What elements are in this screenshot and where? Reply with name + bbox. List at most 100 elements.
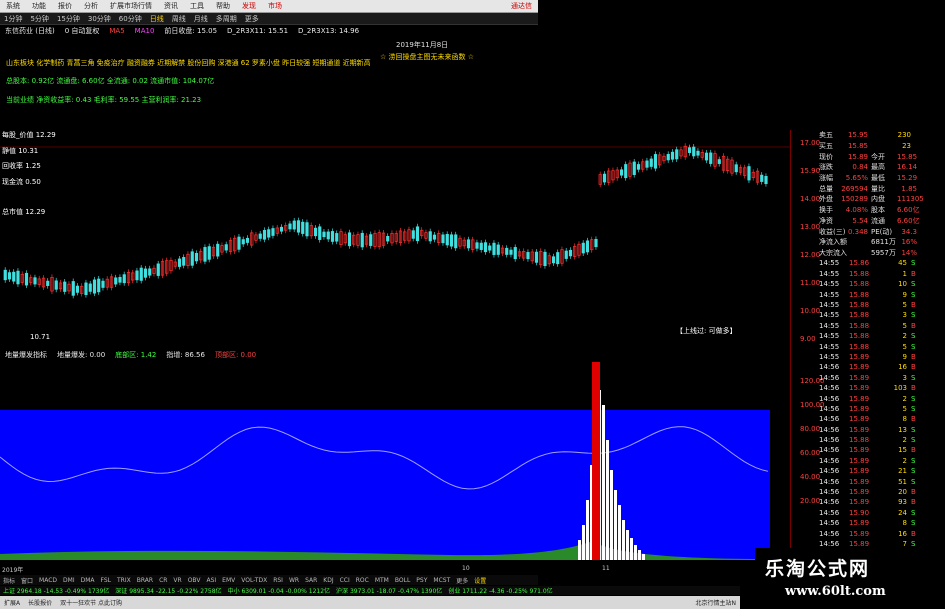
indicator-tab[interactable]: WR [286,577,302,584]
period-multi[interactable]: 多周期 [212,14,241,24]
index-hs[interactable]: 沪深 3973.01 -18.07 -0.47% 1390亿 [333,586,445,595]
period-more[interactable]: 更多 [241,14,263,24]
candle-body [369,234,373,246]
quote-value: 4.08% [845,206,868,215]
trade-side: S [911,290,916,299]
indicator-tab[interactable]: DMI [60,577,78,584]
menu-item-system[interactable]: 系统 [0,1,26,11]
index-sz[interactable]: 深证 9895.34 -22.15 -0.22% 2758亿 [112,586,224,595]
quote-volume: 23 [902,142,911,151]
trade-price: 15.88 [849,436,870,445]
indicator-tab[interactable]: SAR [302,577,320,584]
indicator-tab[interactable]: CR [156,577,170,584]
menu-item-news[interactable]: 资讯 [158,1,184,11]
period-month[interactable]: 月线 [190,14,212,24]
index-sh[interactable]: 上证 2964.18 -14.53 -0.49% 1739亿 [0,586,112,595]
status-promo[interactable]: 双十一狂欢节 点此订购 [56,598,126,607]
trade-side: B [911,415,916,424]
period-week[interactable]: 周线 [168,14,190,24]
trade-time: 14:55 [819,342,840,351]
indicator-tabs: 指标 窗口 MACD DMI DMA FSL TRIX BRAR CR VR OBV ASI EMV VO… [0,575,538,585]
indicator-tab[interactable]: 设置 [471,576,489,585]
period-30min[interactable]: 30分钟 [84,14,115,24]
menu-item-discover[interactable]: 发现 [236,1,262,11]
indicator-tab[interactable]: 指标 [0,576,18,585]
indicator-tab[interactable]: OBV [185,577,204,584]
indicator-chart[interactable] [0,362,790,562]
menu-item-function[interactable]: 功能 [26,1,52,11]
candle-body [24,272,29,286]
candlestick-chart[interactable] [0,125,790,355]
candle-body [670,151,675,160]
candle-body [581,242,585,254]
status-quote[interactable]: 长股报价 [24,598,56,607]
period-15min[interactable]: 15分钟 [53,14,84,24]
quote-value2: 15.85 [897,152,918,161]
trade-price: 15.89 [849,539,870,548]
menu-item-tools[interactable]: 工具 [184,1,210,11]
indicator-tab[interactable]: MCST [430,577,453,584]
indicator-tab[interactable]: EMV [219,577,238,584]
trade-side: S [911,332,916,341]
indicator-tab[interactable]: ASI [203,577,219,584]
candle-body [543,251,547,267]
quote-value: 15.95 [847,131,868,140]
candle-body [568,249,573,257]
trade-volume: 93 [898,498,907,507]
menu-item-help[interactable]: 帮助 [210,1,236,11]
menu-item-quote[interactable]: 报价 [52,1,78,11]
trade-price: 15.88 [849,301,870,309]
volume-bar [602,405,605,560]
index-cyb[interactable]: 创业 1711.22 -4.36 -0.25% 971.0亿 [445,586,555,595]
menu-item-market[interactable]: 市场 [262,1,288,11]
candle-body [466,239,471,249]
trade-time: 14:55 [819,332,840,341]
trade-row: 14:56 15.89 93 B [791,497,945,507]
indicator-tab[interactable]: FSL [98,577,115,584]
candle-body [46,280,50,286]
candle-body [148,268,152,276]
indicator-tab[interactable]: PSY [413,577,430,584]
indicator-tab[interactable]: VR [170,577,184,584]
adjust-mode[interactable]: 0 自动复权 [60,26,105,36]
indicator-tab[interactable]: BRAR [134,577,156,584]
candle-body [279,226,284,232]
period-5min[interactable]: 5分钟 [26,14,52,24]
period-60min[interactable]: 60分钟 [115,14,146,24]
menu-item-extended[interactable]: 扩展市场行情 [104,1,158,11]
trade-time: 14:56 [819,394,840,403]
blue-zone [0,410,770,560]
candle-body [54,280,58,290]
volume-bar [606,440,609,560]
indicator-tab[interactable]: KDJ [320,577,336,584]
trade-volume: 20 [898,488,907,497]
indicator-tab[interactable]: TRIX [114,577,134,584]
trade-side: S [911,539,916,548]
trade-price: 15.89 [849,529,870,538]
indicator-name[interactable]: 地量爆发指标 [0,350,52,360]
indicator-tab[interactable]: VOL-TDX [238,577,270,584]
candle-body [624,164,628,179]
ma10-label: MA10 [134,27,155,35]
candle-body [602,173,607,183]
menu-bar: 系统 功能 报价 分析 扩展市场行情 资讯 工具 帮助 发现 市场 通达信 [0,0,538,13]
quote-key: 总量 [819,184,833,193]
candle-body [556,252,560,265]
candle-body [88,283,92,292]
indicator-tab[interactable]: ROC [353,577,372,584]
indicator-tab[interactable]: 更多 [453,576,471,585]
period-day[interactable]: 日线 [146,14,168,24]
indicator-tab[interactable]: RSI [270,577,286,584]
status-ext[interactable]: 扩展A [0,598,24,607]
indicator-tab[interactable]: 窗口 [18,576,36,585]
period-1min[interactable]: 1分钟 [0,14,26,24]
trade-row: 14:56 15.90 24 S [791,508,945,518]
indicator-tab[interactable]: MACD [36,577,60,584]
indicator-tab[interactable]: DMA [78,577,98,584]
indicator-v4: 顶部区: 0.00 [214,351,257,359]
index-sme[interactable]: 中小 6309.01 -0.04 -0.00% 1212亿 [225,586,333,595]
indicator-tab[interactable]: BOLL [392,577,413,584]
menu-item-analysis[interactable]: 分析 [78,1,104,11]
indicator-tab[interactable]: CCI [337,577,353,584]
indicator-tab[interactable]: MTM [372,577,392,584]
